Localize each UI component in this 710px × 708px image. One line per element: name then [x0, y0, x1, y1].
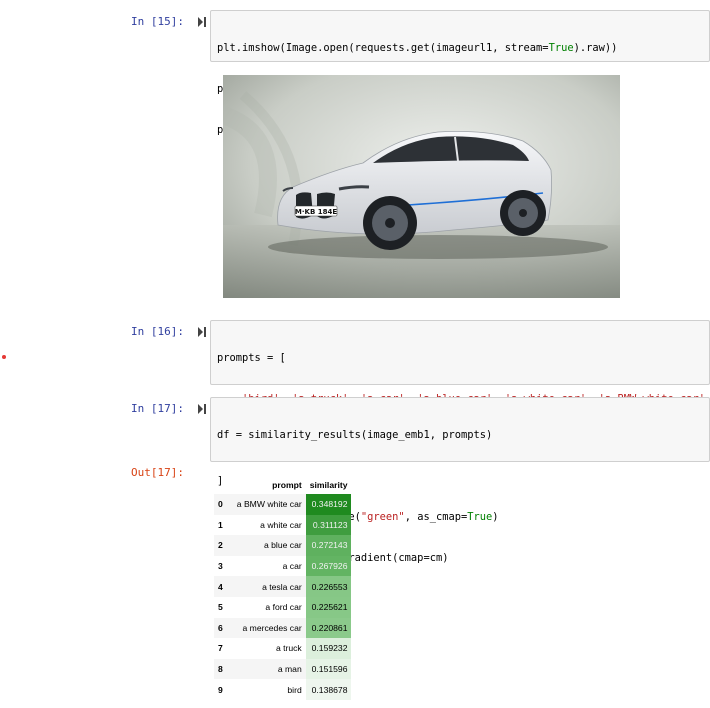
row-index: 4 [218, 581, 223, 592]
prompt-cell: bird [287, 684, 302, 695]
similarity-cell: 0.226553 [305, 576, 352, 597]
prompt-cell: a truck [275, 643, 302, 654]
row-index: 1 [218, 519, 223, 530]
cell-15-prompt: In [15]: [131, 15, 184, 28]
similarity-cell: 0.138678 [305, 679, 352, 700]
table-row: 2 a blue car 0.272143 [214, 535, 352, 556]
row-index: 5 [218, 602, 223, 613]
row-index: 6 [218, 622, 223, 633]
similarity-dataframe: prompt similarity 0 a BMW white car 0.3481… [214, 476, 352, 700]
run-cell-icon[interactable] [197, 326, 207, 338]
row-index: 3 [218, 561, 223, 572]
row-index: 7 [218, 643, 223, 654]
prompt-cell: a white car [260, 519, 302, 530]
prompt-cell: a mercedes car [242, 622, 302, 633]
table-row: 5 a ford car 0.225621 [214, 596, 352, 618]
similarity-cell: 0.225621 [305, 596, 352, 618]
prompt-cell: a ford car [265, 602, 302, 613]
table-row: 3 a car 0.267926 [214, 555, 352, 577]
similarity-cell: 0.272143 [305, 535, 352, 556]
table-row: 7 a truck 0.159232 [214, 638, 352, 659]
code-line: df = similarity_results(image_emb1, prom… [217, 429, 493, 442]
code-cell-16[interactable]: prompts = [ 'bird', 'a truck', 'a car', … [210, 320, 710, 487]
code-cell-17[interactable]: df = similarity_results(image_emb1, prom… [210, 397, 710, 564]
column-header-similarity: similarity [309, 480, 348, 490]
prompt-cell: a BMW white car [236, 499, 302, 510]
table-row: 1 a white car 0.311123 [214, 514, 352, 536]
row-index: 2 [218, 540, 223, 551]
prompt-cell: a man [277, 664, 302, 675]
cell-17-prompt: In [17]: [131, 402, 184, 415]
prompt-cell: a blue car [263, 540, 302, 551]
prompt-cell: a car [282, 561, 302, 572]
table-row: 9 bird 0.138678 [214, 679, 352, 700]
run-cell-icon[interactable] [197, 403, 207, 415]
code-line: plt.imshow(Image.open(requests.get(image… [217, 42, 618, 55]
cell-marker-dot [2, 355, 6, 359]
column-header-prompt: prompt [272, 480, 302, 490]
prompt-cell: a tesla car [262, 581, 302, 592]
similarity-cell: 0.151596 [305, 658, 352, 680]
license-plate: M·KB 184E [295, 208, 337, 216]
code-cell-15[interactable]: plt.imshow(Image.open(requests.get(image… [210, 10, 710, 136]
index-header [214, 476, 233, 494]
code-line: prompts = [ [217, 352, 286, 365]
similarity-cell: 0.348192 [305, 494, 352, 515]
table-row: 4 a tesla car 0.226553 [214, 576, 352, 597]
similarity-cell: 0.159232 [305, 638, 352, 659]
cell-16-prompt: In [16]: [131, 325, 184, 338]
table-row: 0 a BMW white car 0.348192 [214, 494, 352, 515]
car-illustration: M·KB 184E [223, 75, 620, 298]
table-row: 8 a man 0.151596 [214, 658, 352, 680]
similarity-cell: 0.311123 [305, 514, 352, 536]
row-index: 9 [218, 684, 223, 695]
car-image-output: M·KB 184E [223, 75, 620, 298]
row-index: 8 [218, 664, 223, 675]
similarity-cell: 0.220861 [305, 617, 352, 639]
table-row: 6 a mercedes car 0.220861 [214, 617, 352, 639]
similarity-cell: 0.267926 [305, 555, 352, 577]
run-cell-icon[interactable] [197, 16, 207, 28]
cell-17-out-prompt: Out[17]: [131, 466, 184, 479]
row-index: 0 [218, 499, 223, 510]
